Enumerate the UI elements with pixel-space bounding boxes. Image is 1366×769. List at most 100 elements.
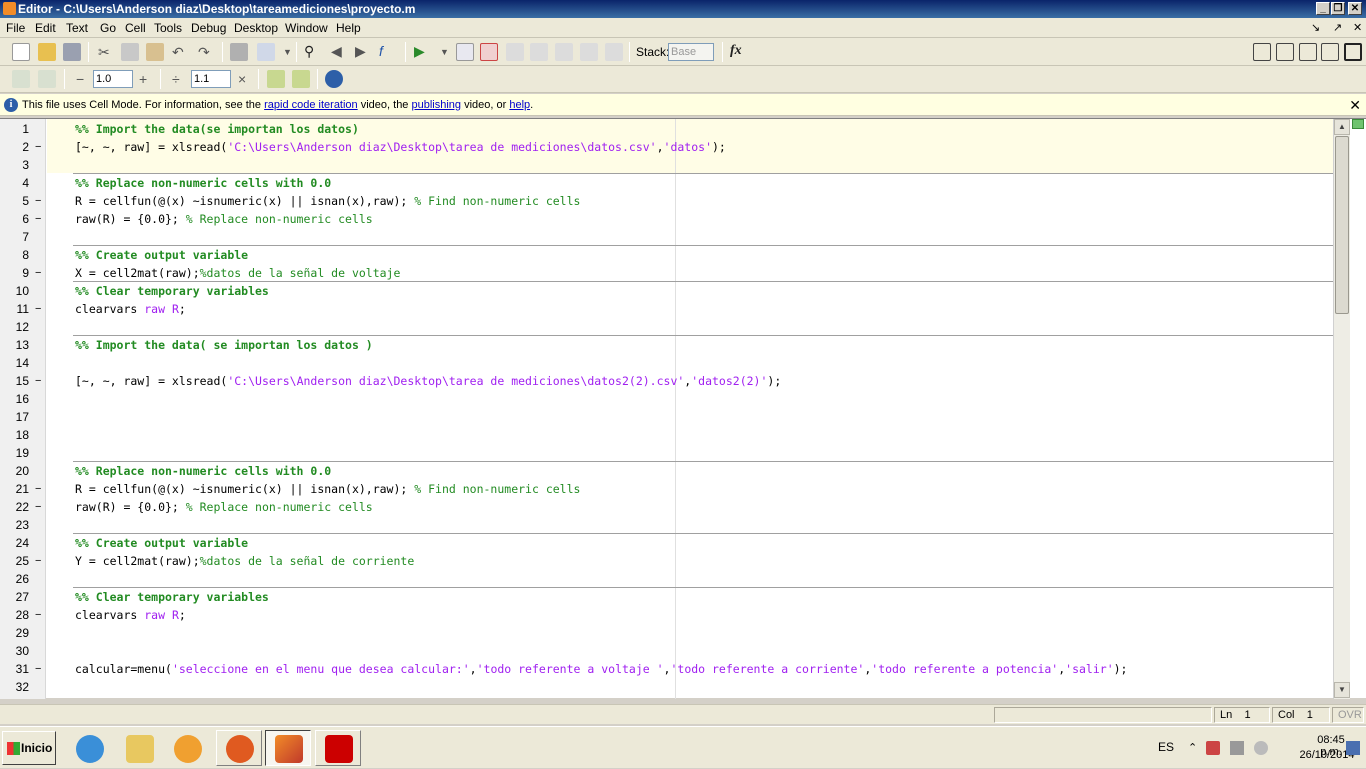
breakpoint-marker[interactable]: −: [35, 192, 41, 210]
code-line[interactable]: 27 %% Clear temporary variables: [0, 588, 1333, 606]
publish-icon[interactable]: [257, 43, 275, 61]
breakpoint-marker[interactable]: −: [35, 480, 41, 498]
set-breakpoint-icon[interactable]: [456, 43, 474, 61]
code-line[interactable]: 14: [0, 354, 1333, 372]
action-center-icon[interactable]: [1206, 741, 1220, 755]
breakpoint-marker[interactable]: −: [35, 210, 41, 228]
maximize-icon[interactable]: [1344, 43, 1362, 61]
code-line[interactable]: 21− R = cellfun(@(x) ~isnumeric(x) || isn…: [0, 480, 1333, 498]
divide-button[interactable]: ÷: [172, 70, 180, 88]
menu-debug[interactable]: Debug: [191, 21, 226, 35]
code-line[interactable]: 25− Y = cell2mat(raw);%datos de la señal …: [0, 552, 1333, 570]
vertical-scrollbar[interactable]: ▲ ▼: [1333, 119, 1350, 699]
code-line[interactable]: 8 %% Create output variable: [0, 246, 1333, 264]
code-line[interactable]: 22− raw(R) = {0.0}; % Replace non-numeric…: [0, 498, 1333, 516]
menu-help[interactable]: Help: [336, 21, 361, 35]
breakpoint-marker[interactable]: −: [35, 138, 41, 156]
increment-button[interactable]: +: [139, 70, 147, 88]
decrement-button[interactable]: −: [76, 70, 84, 88]
tile-grid-icon[interactable]: [1253, 43, 1271, 61]
code-line[interactable]: 31− calcular=menu('seleccione en el menu …: [0, 660, 1333, 678]
taskbar-file-explorer[interactable]: [116, 730, 162, 766]
cut-icon[interactable]: ✂: [98, 43, 110, 61]
breakpoint-marker[interactable]: −: [35, 372, 41, 390]
close-icon[interactable]: ✕: [1349, 94, 1361, 116]
breakpoint-marker[interactable]: −: [35, 498, 41, 516]
menu-file[interactable]: File: [6, 21, 25, 35]
breakpoint-marker[interactable]: −: [35, 552, 41, 570]
code-analyzer-status-icon[interactable]: [1352, 119, 1364, 129]
code-line[interactable]: 6− raw(R) = {0.0}; % Replace non-numeric …: [0, 210, 1333, 228]
publishing-link[interactable]: publishing: [412, 99, 462, 111]
multiplier-value-field[interactable]: 1.1: [191, 70, 231, 88]
menu-cell[interactable]: Cell: [125, 21, 146, 35]
taskbar-media-player[interactable]: [164, 730, 210, 766]
network-icon[interactable]: [1230, 741, 1244, 755]
code-line[interactable]: 24 %% Create output variable: [0, 534, 1333, 552]
menu-window[interactable]: Window: [285, 21, 328, 35]
code-line[interactable]: 23: [0, 516, 1333, 534]
info-icon[interactable]: [325, 70, 343, 88]
start-button[interactable]: Inicio: [2, 731, 56, 765]
close-button[interactable]: ✕: [1348, 2, 1362, 15]
volume-icon[interactable]: [1254, 741, 1268, 755]
code-line[interactable]: 1 %% Import the data(se importan los dato…: [0, 120, 1333, 138]
multiply-button[interactable]: ×: [238, 70, 246, 88]
code-line[interactable]: 11− clearvars raw R;: [0, 300, 1333, 318]
menu-tools[interactable]: Tools: [154, 21, 182, 35]
float-icon[interactable]: [1321, 43, 1339, 61]
scroll-up-icon[interactable]: ▲: [1334, 119, 1350, 135]
save-icon[interactable]: [63, 43, 81, 61]
code-line[interactable]: 9− X = cell2mat(raw);%datos de la señal d…: [0, 264, 1333, 282]
clear-breakpoints-icon[interactable]: [480, 43, 498, 61]
menu-desktop[interactable]: Desktop: [234, 21, 278, 35]
code-line[interactable]: 2− [~, ~, raw] = xlsread('C:\Users\Anders…: [0, 138, 1333, 156]
new-file-icon[interactable]: [12, 43, 30, 61]
code-line[interactable]: 19: [0, 444, 1333, 462]
undock-icon[interactable]: ↗: [1333, 21, 1342, 34]
taskbar-firefox[interactable]: [216, 730, 262, 766]
undo-icon[interactable]: ↶: [172, 43, 184, 61]
function-browser-icon[interactable]: f: [379, 42, 383, 60]
code-line[interactable]: 16: [0, 390, 1333, 408]
copy-icon[interactable]: [121, 43, 139, 61]
language-indicator[interactable]: ES: [1158, 740, 1174, 754]
code-line[interactable]: 30: [0, 642, 1333, 660]
restore-button[interactable]: ❐: [1331, 2, 1345, 15]
code-line[interactable]: 4 %% Replace non-numeric cells with 0.0: [0, 174, 1333, 192]
menu-go[interactable]: Go: [100, 21, 116, 35]
forward-arrow-icon[interactable]: ▶: [355, 42, 366, 60]
code-editor[interactable]: 1 %% Import the data(se importan los dato…: [0, 118, 1366, 699]
taskbar-internet-explorer[interactable]: [66, 730, 112, 766]
close-doc-icon[interactable]: ✕: [1353, 21, 1362, 34]
run-icon[interactable]: ▶: [414, 42, 425, 60]
code-line[interactable]: 18: [0, 426, 1333, 444]
code-line[interactable]: 28− clearvars raw R;: [0, 606, 1333, 624]
chevron-down-icon[interactable]: ▼: [440, 43, 449, 61]
code-line[interactable]: 10 %% Clear temporary variables: [0, 282, 1333, 300]
breakpoint-marker[interactable]: −: [35, 300, 41, 318]
code-line[interactable]: 7: [0, 228, 1333, 246]
eval-cell-advance-icon[interactable]: [267, 70, 285, 88]
eval-file-icon[interactable]: [292, 70, 310, 88]
code-line[interactable]: 13 %% Import the data( se importan los da…: [0, 336, 1333, 354]
breakpoint-marker[interactable]: −: [35, 660, 41, 678]
menu-edit[interactable]: Edit: [35, 21, 56, 35]
minimize-button[interactable]: _: [1316, 2, 1330, 15]
help-link[interactable]: help: [509, 99, 530, 111]
code-line[interactable]: 20 %% Replace non-numeric cells with 0.0: [0, 462, 1333, 480]
breakpoint-marker[interactable]: −: [35, 264, 41, 282]
stack-dropdown[interactable]: Base: [668, 43, 714, 61]
evaluate-cell-icon[interactable]: [38, 70, 56, 88]
taskbar-matlab[interactable]: [265, 730, 311, 766]
tile-horizontal-icon[interactable]: [1299, 43, 1317, 61]
scroll-thumb[interactable]: [1335, 136, 1349, 314]
print-icon[interactable]: [230, 43, 248, 61]
rapid-code-iteration-link[interactable]: rapid code iteration: [264, 99, 358, 111]
insert-cell-icon[interactable]: [12, 70, 30, 88]
dock-icon[interactable]: ↘: [1311, 21, 1320, 34]
code-line[interactable]: 29: [0, 624, 1333, 642]
code-line[interactable]: 12: [0, 318, 1333, 336]
redo-icon[interactable]: ↷: [198, 43, 210, 61]
breakpoint-marker[interactable]: −: [35, 606, 41, 624]
